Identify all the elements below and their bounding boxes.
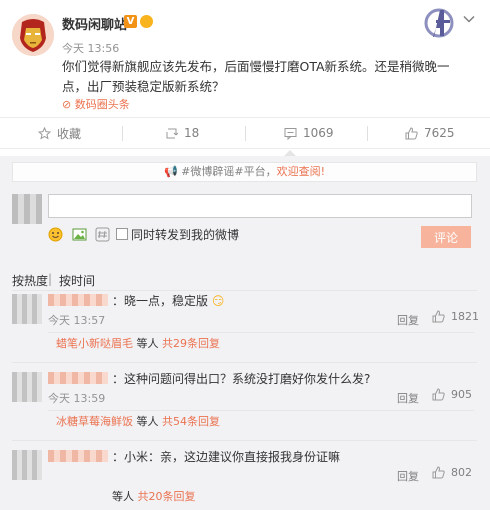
sub-reply-etc: 等人 bbox=[133, 337, 162, 350]
comment-time: 今天 13:57 bbox=[48, 314, 106, 327]
star-icon bbox=[38, 126, 51, 140]
sub-reply-total: 共29条回复 bbox=[162, 337, 220, 350]
comment-like-button[interactable]: 802 bbox=[432, 466, 472, 479]
image-icon[interactable] bbox=[72, 227, 87, 242]
reply-button[interactable]: 回复 bbox=[397, 468, 419, 484]
emoji-icon[interactable] bbox=[48, 227, 63, 242]
sub-reply-nick: 蜡笔小新哒眉毛 bbox=[56, 337, 133, 350]
comment-count: 1069 bbox=[303, 126, 334, 140]
member-badge-icon bbox=[140, 15, 153, 28]
commenter-avatar[interactable] bbox=[12, 372, 42, 402]
comment-like-button[interactable]: 1821 bbox=[432, 310, 479, 323]
action-divider bbox=[367, 126, 368, 141]
comment-icon bbox=[284, 127, 297, 140]
megaphone-icon: 📢 bbox=[163, 165, 182, 178]
notice-highlight: 欢迎查阅! bbox=[276, 165, 326, 178]
commenter-avatar[interactable] bbox=[12, 294, 42, 324]
author-avatar[interactable] bbox=[12, 14, 54, 56]
comment-like-count: 905 bbox=[451, 388, 472, 401]
avengers-logo-icon bbox=[424, 8, 454, 38]
sub-replies-link[interactable]: 蜡笔小新哒眉毛 等人 共29条回复 bbox=[48, 332, 474, 356]
comment-text: ：晓一点，稳定版 😏 bbox=[112, 292, 224, 309]
comment-time: 今天 13:59 bbox=[48, 392, 106, 405]
submit-comment-button[interactable]: 评论 bbox=[421, 226, 471, 248]
notice-prefix: #微博辟谣#平台， bbox=[181, 165, 277, 178]
commenter-avatar[interactable] bbox=[12, 450, 42, 480]
sort-by-hot-tab[interactable]: 按热度 bbox=[12, 272, 48, 289]
comment-like-count: 1821 bbox=[451, 310, 479, 323]
rumor-notice[interactable]: 📢 #微博辟谣#平台，欢迎查阅! bbox=[12, 162, 477, 182]
post-source-label: 数码圈头条 bbox=[74, 98, 130, 111]
comment-item: ：小米：亲，这边建议你直接报我身份证嘛 回复 802 等人 共20条回复 bbox=[0, 446, 490, 510]
favorite-button[interactable]: 收藏 bbox=[38, 118, 81, 148]
comment-section: 📢 #微博辟谣#平台，欢迎查阅! 同时转发到我的微博 评论 按热度 | 按时间 bbox=[0, 156, 490, 510]
chevron-down-icon[interactable] bbox=[462, 12, 476, 26]
repost-button[interactable]: 18 bbox=[165, 118, 199, 148]
sub-replies-link[interactable]: 等人 共20条回复 bbox=[48, 486, 474, 510]
comment-divider bbox=[12, 440, 477, 441]
comment-text: ：这种问题问得出口？系统没打磨好你发什么发? bbox=[112, 372, 371, 386]
post-text: 你们觉得新旗舰应该先发布，后面慢慢打磨OTA新系统。还是稍微晚一点，出厂预装稳定… bbox=[62, 59, 450, 94]
also-repost-label: 同时转发到我的微博 bbox=[131, 228, 240, 242]
verified-badge-icon: V bbox=[124, 15, 137, 28]
comment-text-content: ：晓一点，稳定版 bbox=[112, 294, 209, 308]
comment-text: ：小米：亲，这边建议你直接报我身份证嘛 bbox=[112, 450, 341, 464]
also-repost-checkbox[interactable] bbox=[116, 228, 128, 240]
commenter-name[interactable] bbox=[48, 372, 108, 384]
commenter-name[interactable] bbox=[48, 294, 108, 306]
comment-item: ：这种问题问得出口？系统没打磨好你发什么发? 今天 13:59 回复 905 冰… bbox=[0, 368, 490, 438]
emoji-icon: 😏 bbox=[211, 294, 225, 308]
sub-reply-etc: 等人 bbox=[133, 415, 162, 428]
thumbs-up-icon bbox=[432, 466, 445, 479]
comment-like-count: 802 bbox=[451, 466, 472, 479]
sort-by-time-tab[interactable]: 按时间 bbox=[59, 272, 95, 289]
comment-divider bbox=[12, 362, 477, 363]
action-divider bbox=[122, 126, 123, 141]
sort-separator: | bbox=[48, 272, 53, 286]
favorite-label: 收藏 bbox=[57, 126, 82, 141]
sub-reply-nick: 冰糖草莓海鲜饭 bbox=[56, 415, 133, 428]
thumbs-up-icon bbox=[432, 310, 445, 323]
topic-icon[interactable] bbox=[95, 227, 110, 242]
comment-like-button[interactable]: 905 bbox=[432, 388, 472, 401]
thumbs-up-icon bbox=[405, 126, 418, 139]
repost-count: 18 bbox=[184, 126, 200, 140]
post-action-bar: 收藏 18 1069 7625 bbox=[0, 117, 490, 149]
reply-button[interactable]: 回复 bbox=[397, 312, 419, 328]
comment-input[interactable] bbox=[48, 194, 472, 218]
sub-reply-total: 共54条回复 bbox=[162, 415, 220, 428]
action-divider bbox=[245, 126, 246, 141]
post-time[interactable]: 今天 13:56 bbox=[62, 40, 119, 56]
comment-button[interactable]: 1069 bbox=[284, 118, 334, 148]
like-button[interactable]: 7625 bbox=[405, 118, 455, 148]
commenter-name[interactable] bbox=[48, 450, 108, 462]
like-count: 7625 bbox=[424, 126, 455, 140]
reply-button[interactable]: 回复 bbox=[397, 390, 419, 406]
sub-reply-total: 共20条回复 bbox=[137, 490, 196, 503]
comment-item: ：晓一点，稳定版 😏 今天 13:57 回复 1821 蜡笔小新哒眉毛 等人 共… bbox=[0, 290, 490, 360]
sub-reply-etc: 等人 bbox=[112, 490, 134, 503]
link-icon: ⊘ bbox=[62, 98, 75, 111]
thumbs-up-icon bbox=[432, 388, 445, 401]
sub-replies-link[interactable]: 冰糖草莓海鲜饭 等人 共54条回复 bbox=[48, 410, 474, 434]
post-source[interactable]: ⊘ 数码圈头条 bbox=[62, 96, 130, 112]
my-avatar bbox=[12, 194, 42, 224]
repost-icon bbox=[166, 128, 178, 138]
weibo-post-card: 数码闲聊站 V 今天 13:56 你们觉得新旗舰应该先发布，后面慢慢打磨OTA新… bbox=[0, 0, 490, 510]
author-name[interactable]: 数码闲聊站 bbox=[62, 14, 127, 33]
